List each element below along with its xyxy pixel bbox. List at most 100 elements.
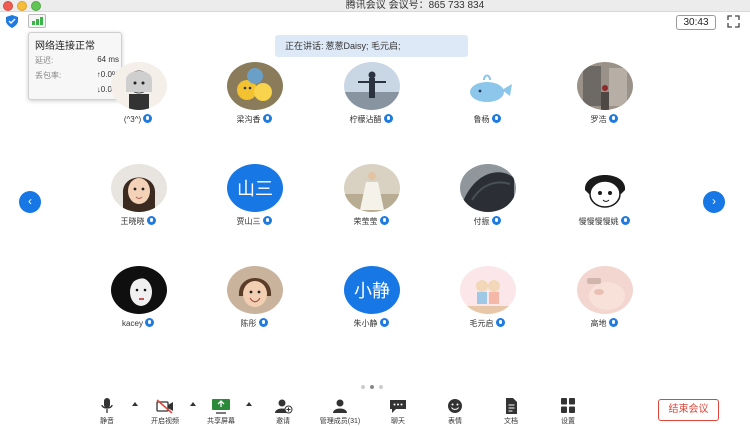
participant-name: kacey: [122, 319, 143, 328]
participant-tile[interactable]: 小静 朱小静: [316, 266, 426, 336]
cartoon-couple-icon: [460, 266, 516, 314]
participant-tile[interactable]: 荣莹莹: [316, 164, 426, 234]
network-signal-icon[interactable]: [28, 14, 46, 28]
end-meeting-button[interactable]: 结束会议: [658, 399, 719, 421]
participant-name-line: 高地: [549, 318, 659, 329]
window-title: 腾讯会议 会议号：865 733 834: [345, 0, 485, 11]
participant-tile[interactable]: kacey: [83, 266, 193, 336]
settings-label: 设置: [561, 418, 575, 425]
share-screen-button[interactable]: 共享屏幕: [196, 398, 246, 426]
participant-tile[interactable]: 陈彤: [199, 266, 309, 336]
participant-name-line: 梁沟香: [199, 114, 309, 125]
meeting-timer: 30:43: [676, 15, 716, 30]
invite-button[interactable]: 邀请: [258, 398, 308, 426]
speaking-label: 正在讲话:: [285, 41, 324, 51]
shield-icon[interactable]: [5, 15, 19, 28]
mic-status-icon: [262, 114, 272, 123]
participant-tile[interactable]: 罗浩: [549, 62, 659, 132]
participant-avatar-text: 山三: [227, 164, 283, 212]
microphone-icon: [101, 398, 113, 413]
audio-options-caret[interactable]: [132, 402, 138, 406]
docs-button[interactable]: 文档: [486, 398, 536, 426]
participant-name: 柠檬沾醋: [349, 115, 382, 124]
participant-name-line: 鲁杨: [432, 114, 542, 125]
participant-avatar-text: 小静: [344, 266, 400, 314]
mic-status-icon: [262, 216, 272, 225]
manage-members-button[interactable]: 管理成员(31): [315, 398, 365, 426]
speaking-banner: 正在讲话: 葱葱Daisy; 毛元启;: [275, 35, 468, 57]
anime-girl-icon: [111, 62, 167, 110]
participant-tile[interactable]: (^3^): [83, 62, 193, 132]
mic-status-icon: [383, 114, 393, 123]
mute-label: 静音: [100, 418, 114, 425]
baby-icon: [577, 266, 633, 314]
participant-name-line: 付振: [432, 216, 542, 227]
mic-status-icon: [620, 216, 630, 225]
next-page-button[interactable]: ›: [703, 191, 725, 213]
participant-name: (^3^): [123, 115, 142, 124]
mic-status-icon: [495, 318, 505, 327]
share-screen-icon: [212, 399, 230, 414]
invite-label: 邀请: [276, 418, 290, 425]
settings-grid-icon: [561, 398, 575, 413]
participant-name-line: 柠檬沾醋: [316, 114, 426, 125]
participant-tile[interactable]: 毛元启: [432, 266, 542, 336]
participant-tile[interactable]: 慢慢慢慢姚: [549, 164, 659, 234]
mic-status-icon: [491, 114, 501, 123]
emoji-label: 表情: [448, 418, 462, 425]
network-status-title: 网络连接正常: [35, 41, 95, 52]
latency-label: 延迟:: [35, 56, 54, 65]
participant-name: 王晓晓: [120, 217, 145, 226]
mic-status-icon: [379, 318, 389, 327]
participant-name-line: 贾山三: [199, 216, 309, 227]
participant-name: 贾山三: [236, 217, 261, 226]
emoji-button[interactable]: 表情: [430, 398, 480, 426]
participant-name-line: 荣莹莹: [316, 216, 426, 227]
start-video-label: 开启视频: [151, 418, 179, 425]
mic-status-icon: [608, 318, 618, 327]
participant-name-line: kacey: [83, 318, 193, 328]
sketch-portrait-icon: [111, 266, 167, 314]
whale-icon: [460, 62, 516, 110]
start-video-button[interactable]: 开启视频: [140, 398, 190, 426]
participant-name-line: 罗浩: [549, 114, 659, 125]
chat-button[interactable]: 聊天: [373, 398, 423, 426]
child-smile-icon: [227, 266, 283, 314]
fruit-emoji-icon: [227, 62, 283, 110]
participant-name-line: 陈彤: [199, 318, 309, 329]
participant-tile[interactable]: 付振: [432, 164, 542, 234]
participant-name-line: (^3^): [83, 114, 193, 124]
docs-label: 文档: [504, 418, 518, 425]
participant-name: 梁沟香: [236, 115, 261, 124]
participant-tile[interactable]: 柠檬沾醋: [316, 62, 426, 132]
members-icon: [333, 399, 347, 413]
participant-name-line: 王晓晓: [83, 216, 193, 227]
mic-status-icon: [144, 318, 154, 327]
add-user-icon: [275, 399, 293, 414]
cartoon-face-icon: [577, 164, 633, 212]
participant-tile[interactable]: 王晓晓: [83, 164, 193, 234]
participant-tile[interactable]: 梁沟香: [199, 62, 309, 132]
participant-name: 陈彤: [240, 319, 257, 328]
street-icon: [577, 62, 633, 110]
mic-status-icon: [379, 216, 389, 225]
document-icon: [506, 398, 517, 414]
mic-status-icon: [608, 114, 618, 123]
participant-name: 慢慢慢慢姚: [578, 217, 619, 226]
mic-status-icon: [258, 318, 268, 327]
prev-page-button[interactable]: ‹: [19, 191, 41, 213]
participant-name-line: 朱小静: [316, 318, 426, 329]
mic-status-icon: [491, 216, 501, 225]
packet-loss-label: 丢包率:: [35, 71, 62, 80]
participant-tile[interactable]: 高地: [549, 266, 659, 336]
fullscreen-icon[interactable]: [727, 15, 740, 28]
participant-name: 付振: [473, 217, 490, 226]
participant-name: 毛元启: [469, 319, 494, 328]
share-options-caret[interactable]: [246, 402, 252, 406]
chat-label: 聊天: [391, 418, 405, 425]
chat-icon: [390, 400, 406, 413]
participant-tile[interactable]: 鲁杨: [432, 62, 542, 132]
participant-tile[interactable]: 山三贾山三: [199, 164, 309, 234]
settings-button[interactable]: 设置: [543, 398, 593, 426]
mute-button[interactable]: 静音: [82, 398, 132, 426]
